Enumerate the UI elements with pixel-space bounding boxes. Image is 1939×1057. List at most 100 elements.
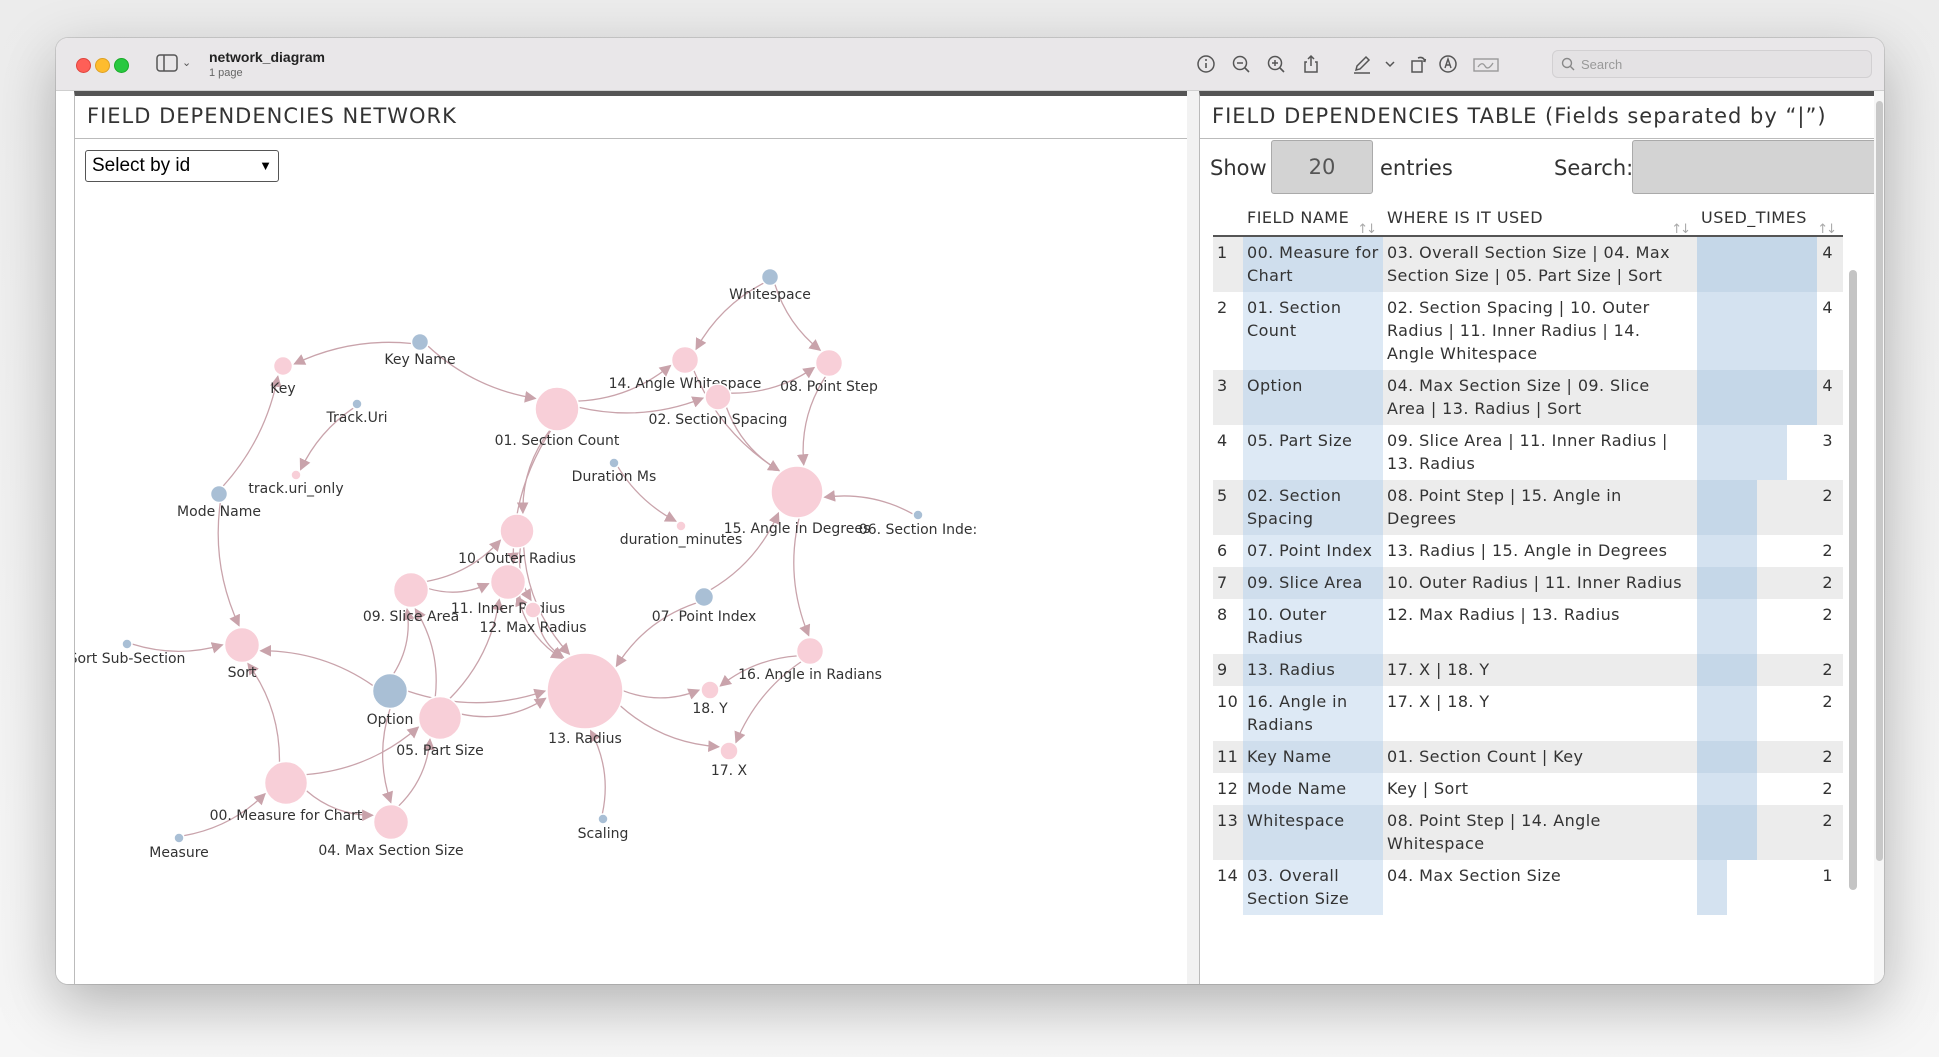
graph-node-outer-radius[interactable]: 10. Outer Radius	[458, 513, 576, 567]
table-row[interactable]: 5 02. Section Spacing 08. Point Step | 15.…	[1213, 480, 1843, 535]
node-circle[interactable]	[770, 465, 824, 519]
graph-node-y[interactable]: 18. Y	[692, 680, 728, 717]
node-circle[interactable]	[272, 355, 294, 377]
node-circle[interactable]	[675, 520, 687, 532]
table-search-input[interactable]	[1632, 140, 1874, 194]
graph-node-key[interactable]: Key	[270, 355, 296, 398]
node-label: Track.Uri	[326, 410, 388, 426]
node-circle[interactable]	[700, 680, 720, 700]
node-circle[interactable]	[223, 626, 261, 664]
network-graph[interactable]: Whitespace Key Name Key Track.Uri track.uri_…	[75, 144, 1187, 984]
zoom-in-icon[interactable]	[1264, 52, 1288, 76]
node-circle[interactable]	[608, 457, 620, 469]
zoom-out-icon[interactable]	[1229, 52, 1253, 76]
annotate-icon[interactable]	[1436, 52, 1460, 76]
column-header-used-times[interactable]: USED_TIMES ↑↓	[1697, 202, 1843, 237]
graph-node-option[interactable]: Option	[367, 672, 414, 729]
graph-node-whitespace[interactable]: Whitespace	[729, 267, 811, 304]
node-circle[interactable]	[290, 469, 302, 481]
table-row[interactable]: 9 13. Radius 17. X | 18. Y 2	[1213, 654, 1843, 686]
node-circle[interactable]	[489, 563, 527, 601]
table-row[interactable]: 7 09. Slice Area 10. Outer Radius | 11. In…	[1213, 567, 1843, 599]
table-row[interactable]: 8 10. Outer Radius 12. Max Radius | 13. Ra…	[1213, 599, 1843, 654]
node-circle[interactable]	[372, 803, 410, 841]
graph-node-x[interactable]: 17. X	[711, 741, 748, 779]
sort-icon[interactable]: ↑↓	[1817, 222, 1837, 237]
graph-node-angle-degrees[interactable]: 15. Angle in Degrees	[724, 465, 870, 537]
graph-node-angle-whitespace[interactable]: 14. Angle Whitespace	[609, 345, 762, 393]
close-window-button[interactable]	[76, 58, 91, 73]
table-row[interactable]: 2 01. Section Count 02. Section Spacing | …	[1213, 292, 1843, 370]
table-row[interactable]: 6 07. Point Index 13. Radius | 15. Angle i…	[1213, 535, 1843, 567]
node-circle[interactable]	[410, 332, 430, 352]
info-icon[interactable]	[1194, 52, 1218, 76]
chevron-down-icon[interactable]: ⌄	[182, 56, 191, 69]
column-header-where-used[interactable]: WHERE IS IT USED ↑↓	[1383, 202, 1697, 237]
node-label: 04. Max Section Size	[318, 843, 463, 859]
table-row[interactable]: 11 Key Name 01. Section Count | Key 2	[1213, 741, 1843, 773]
graph-node-point-step[interactable]: 08. Point Step	[780, 348, 878, 396]
node-circle[interactable]	[760, 267, 780, 287]
graph-node-key-name[interactable]: Key Name	[384, 332, 456, 369]
node-label: 09. Slice Area	[363, 609, 459, 625]
node-circle[interactable]	[209, 484, 229, 504]
graph-node-track-uri-only[interactable]: track.uri_only	[248, 469, 344, 497]
sort-icon[interactable]: ↑↓	[1671, 222, 1691, 237]
node-circle[interactable]	[173, 832, 185, 844]
node-circle[interactable]	[546, 652, 624, 730]
node-circle[interactable]	[719, 741, 739, 761]
where-used-cell: 17. X | 18. Y	[1383, 654, 1697, 686]
graph-node-sort[interactable]: Sort	[223, 626, 261, 682]
graph-node-slice-area[interactable]: 09. Slice Area	[363, 571, 459, 626]
node-label: 00. Measure for Chart	[210, 808, 363, 824]
node-circle[interactable]	[499, 513, 535, 549]
graph-node-track-uri[interactable]: Track.Uri	[326, 398, 388, 426]
node-circle[interactable]	[392, 571, 430, 609]
node-circle[interactable]	[263, 760, 309, 806]
table-row[interactable]: 13 Whitespace 08. Point Step | 14. Angle W…	[1213, 805, 1843, 860]
signature-icon[interactable]	[1471, 52, 1501, 76]
share-icon[interactable]	[1299, 52, 1323, 76]
table-row[interactable]: 4 05. Part Size 09. Slice Area | 11. Inner…	[1213, 425, 1843, 480]
node-circle[interactable]	[534, 386, 580, 432]
sidebar-toggle-icon[interactable]	[156, 54, 178, 72]
graph-node-sort-sub-section[interactable]: Sort Sub-Section	[75, 638, 185, 667]
column-header-field-name[interactable]: FIELD NAME ↑↓	[1243, 202, 1383, 237]
markup-pen-icon[interactable]	[1350, 52, 1374, 76]
graph-node-scaling[interactable]: Scaling	[578, 813, 629, 842]
sort-icon[interactable]: ↑↓	[1357, 222, 1377, 237]
window-scrollbar-thumb[interactable]	[1876, 101, 1883, 861]
graph-node-section-count[interactable]: 01. Section Count	[495, 386, 620, 449]
node-circle[interactable]	[597, 813, 609, 825]
node-circle[interactable]	[524, 601, 542, 619]
graph-node-point-index[interactable]: 07. Point Index	[652, 586, 756, 626]
zoom-window-button[interactable]	[114, 58, 129, 73]
table-row[interactable]: 12 Mode Name Key | Sort 2	[1213, 773, 1843, 805]
node-circle[interactable]	[417, 695, 463, 741]
graph-node-measure-for-chart[interactable]: 00. Measure for Chart	[210, 760, 363, 825]
node-circle[interactable]	[670, 345, 700, 375]
chevron-down-icon[interactable]	[1378, 52, 1402, 76]
node-circle[interactable]	[693, 586, 715, 608]
graph-node-angle-radians[interactable]: 16. Angle in Radians	[738, 636, 882, 684]
node-circle[interactable]	[121, 638, 133, 650]
graph-node-section-index[interactable]: 06. Section Inde:	[859, 509, 977, 538]
graph-node-duration-ms[interactable]: Duration Ms	[572, 457, 657, 485]
table-row[interactable]: 1 00. Measure for Chart 03. Overall Sectio…	[1213, 236, 1843, 292]
toolbar-search-field[interactable]: Search	[1552, 50, 1872, 78]
table-row[interactable]: 3 Option 04. Max Section Size | 09. Slice …	[1213, 370, 1843, 425]
node-circle[interactable]	[704, 383, 732, 411]
rotate-icon[interactable]	[1406, 52, 1430, 76]
node-circle[interactable]	[814, 348, 844, 378]
node-circle[interactable]	[371, 672, 409, 710]
table-row[interactable]: 10 16. Angle in Radians 17. X | 18. Y 2	[1213, 686, 1843, 741]
node-circle[interactable]	[795, 636, 825, 666]
node-circle[interactable]	[912, 509, 924, 521]
table-row[interactable]: 14 03. Overall Section Size 04. Max Sectio…	[1213, 860, 1843, 915]
entries-per-page-select[interactable]: 20	[1271, 140, 1373, 194]
graph-node-measure[interactable]: Measure	[149, 832, 209, 861]
graph-node-radius[interactable]: 13. Radius	[546, 652, 624, 747]
minimize-window-button[interactable]	[95, 58, 110, 73]
table-scrollbar-thumb[interactable]	[1849, 270, 1857, 890]
node-circle[interactable]	[351, 398, 363, 410]
